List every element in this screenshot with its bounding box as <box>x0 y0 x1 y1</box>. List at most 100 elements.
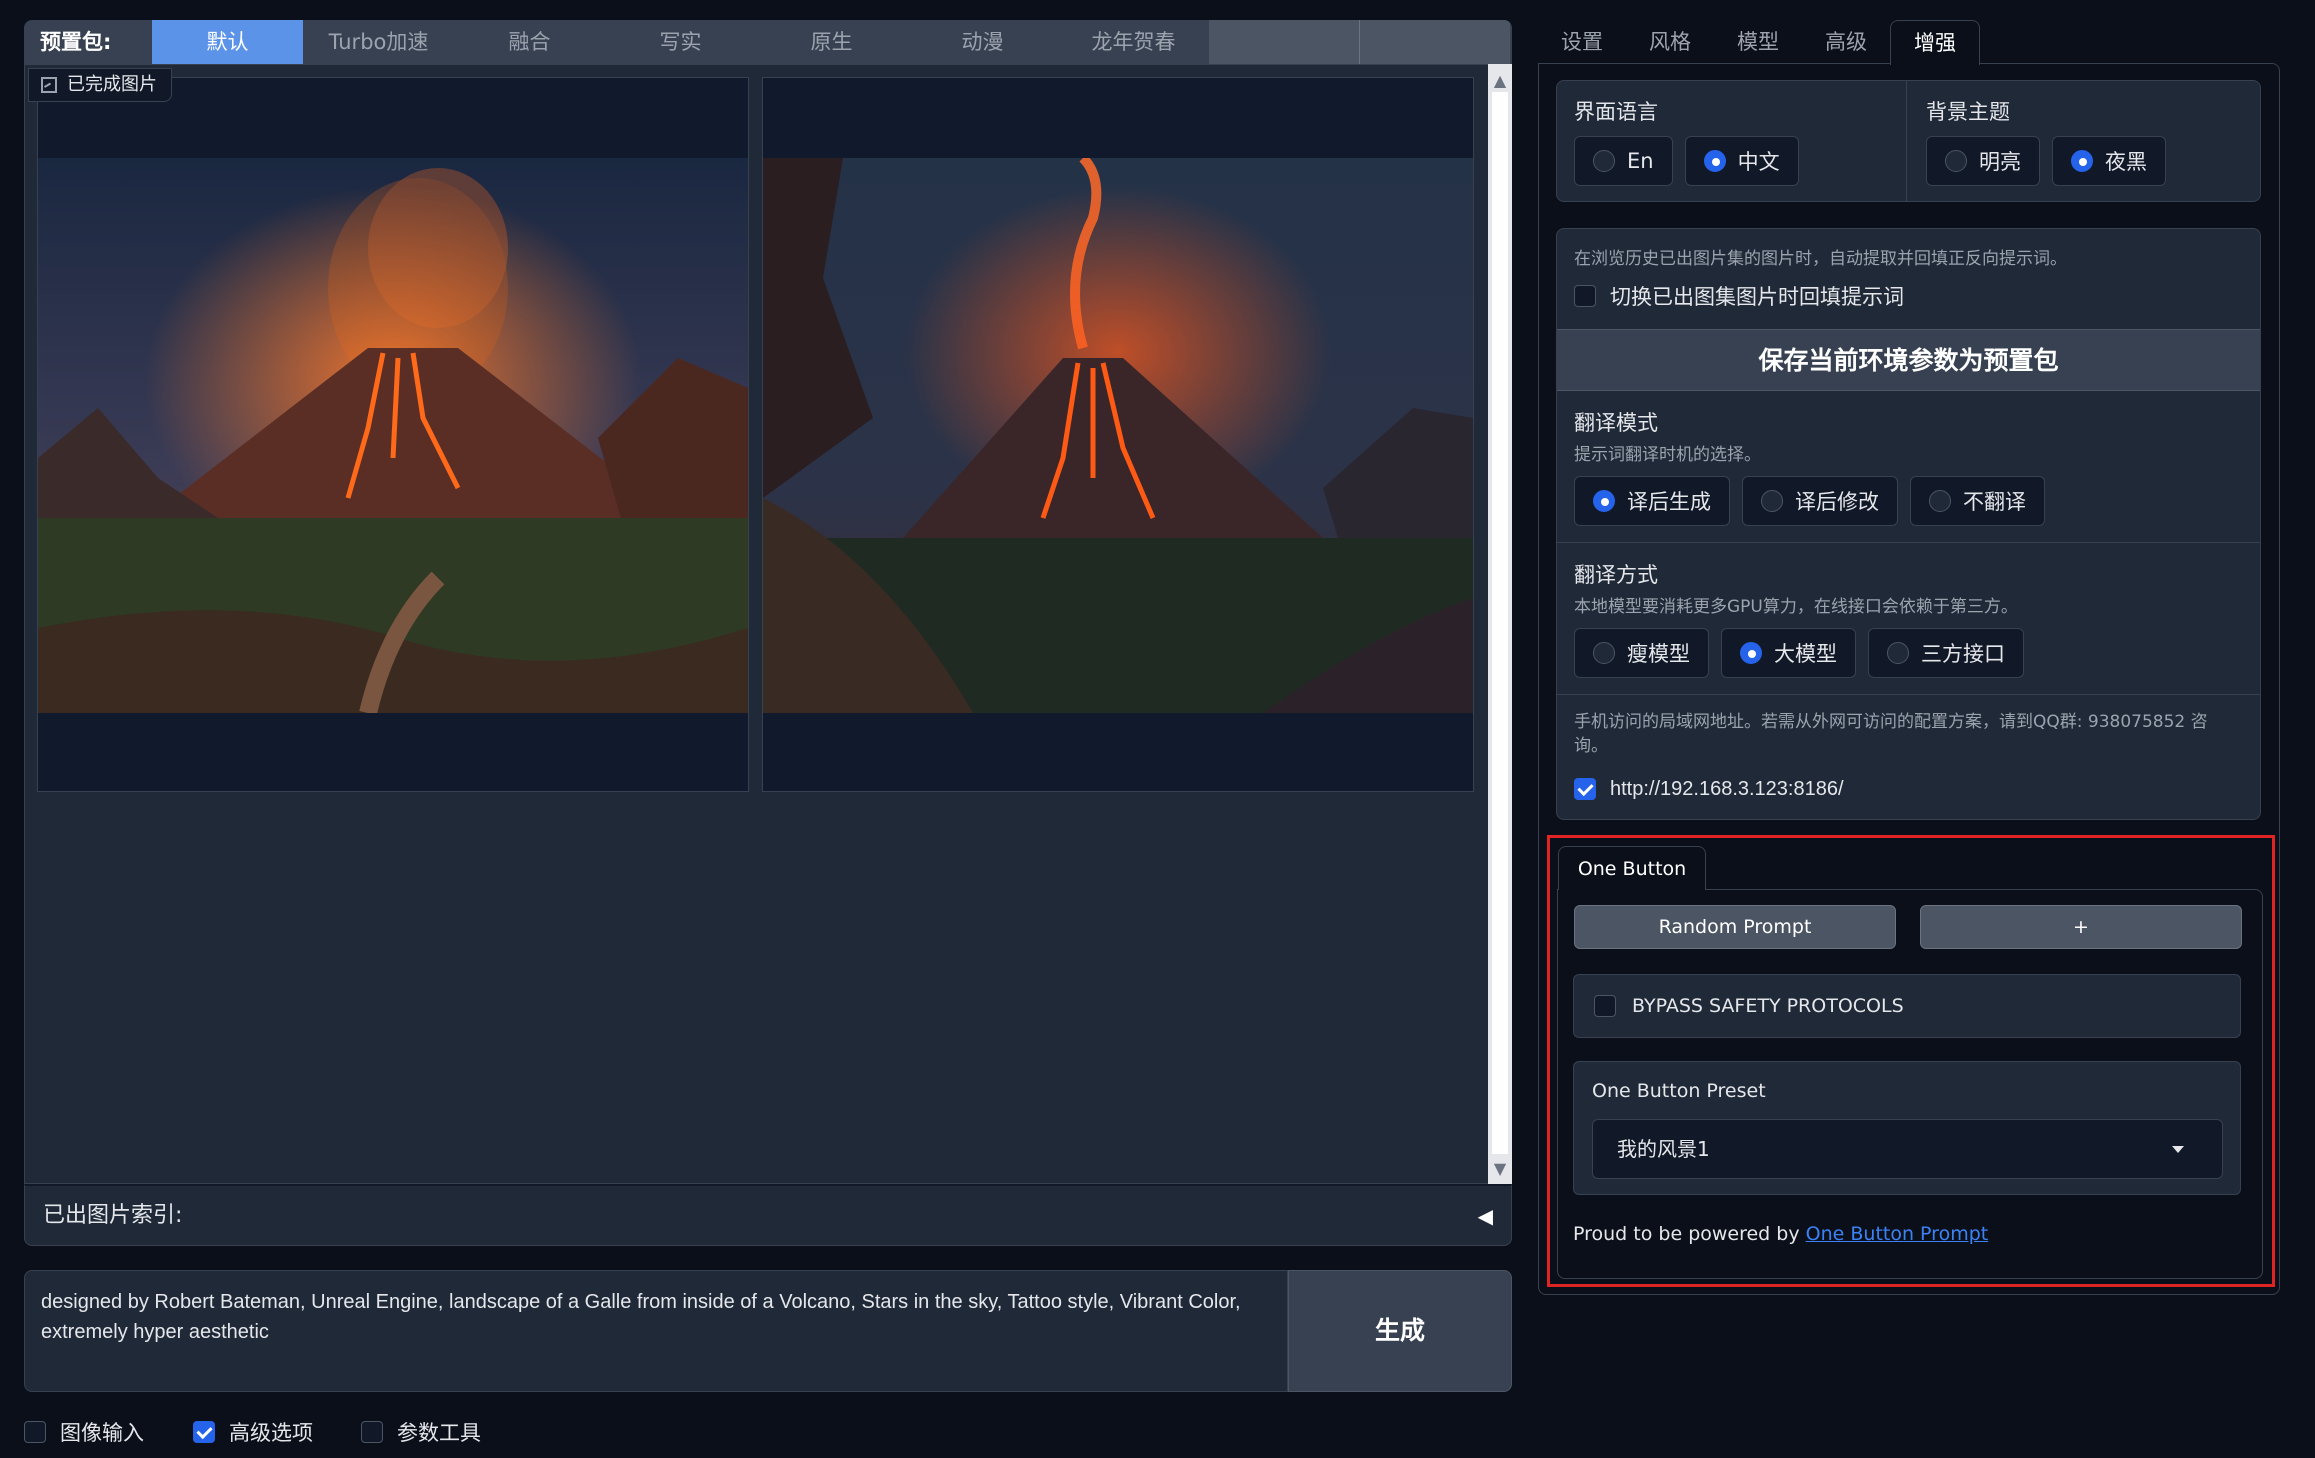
advanced-label: 高级选项 <box>229 1421 313 1445</box>
history-fill-option[interactable]: 切换已出图集图片时回填提示词 <box>1574 282 1904 310</box>
divider <box>1557 542 2260 543</box>
gallery-label: 已完成图片 <box>28 68 172 102</box>
ui-language-options: En 中文 <box>1574 136 1799 186</box>
tab-model[interactable]: 模型 <box>1714 20 1802 64</box>
gallery-scrollbar-thumb[interactable] <box>1492 92 1508 1154</box>
gallery-image-1[interactable] <box>37 77 749 792</box>
preset-tab-fusion[interactable]: 融合 <box>454 20 605 64</box>
translate-mode-options: 译后生成 译后修改 不翻译 <box>1574 476 2045 526</box>
language-option-zh[interactable]: 中文 <box>1684 136 1799 186</box>
lan-access-info: 手机访问的局域网地址。若需从外网可访问的配置方案，请到QQ群: 93807585… <box>1574 712 2208 756</box>
translate-mode-none[interactable]: 不翻译 <box>1910 476 2045 526</box>
translate-mode-title: 翻译模式 <box>1574 411 1658 435</box>
translate-method-third-party[interactable]: 三方接口 <box>1868 628 2024 678</box>
ui-language-title: 界面语言 <box>1574 100 1658 124</box>
param-tools-label: 参数工具 <box>397 1421 481 1445</box>
radio-icon <box>1761 490 1783 512</box>
preset-select-value: 我的风景1 <box>1617 1137 1710 1161</box>
powered-by-text: Proud to be powered by One Button Prompt <box>1573 1223 1988 1245</box>
param-tools-option[interactable]: 参数工具 <box>361 1418 481 1446</box>
add-button[interactable]: + <box>1920 905 2242 949</box>
radio-icon <box>1593 642 1615 664</box>
tab-style[interactable]: 风格 <box>1626 20 1714 64</box>
lan-access-checkbox[interactable] <box>1574 778 1596 800</box>
language-option-en[interactable]: En <box>1574 136 1673 186</box>
gallery-image-2[interactable] <box>762 77 1474 792</box>
lan-access-option[interactable]: http://192.168.3.123:8186/ <box>1574 775 1844 803</box>
radio-icon <box>1945 150 1967 172</box>
powered-by-prefix: Proud to be powered by <box>1573 1223 1800 1245</box>
translate-method-desc: 本地模型要消耗更多GPU算力，在线接口会依赖于第三方。 <box>1574 597 2018 617</box>
preset-tab-turbo[interactable]: Turbo加速 <box>303 20 454 64</box>
preset-tab-empty-2 <box>1360 20 1510 64</box>
save-preset-button[interactable]: 保存当前环境参数为预置包 <box>1557 329 2260 391</box>
theme-option-light[interactable]: 明亮 <box>1926 136 2040 186</box>
preset-tab-bar: 预置包: 默认 Turbo加速 融合 写实 原生 动漫 龙年贺春 <box>24 20 1512 64</box>
theme-light-label: 明亮 <box>1979 150 2021 174</box>
gallery-label-text: 已完成图片 <box>67 74 157 95</box>
radio-selected-icon <box>1593 490 1615 512</box>
settings-tab-bar: 设置 风格 模型 高级 增强 <box>1538 20 1980 65</box>
one-button-preset-select[interactable]: 我的风景1 <box>1592 1119 2223 1179</box>
translate-method-options: 瘦模型 大模型 三方接口 <box>1574 628 2024 678</box>
bypass-safety-option[interactable]: BYPASS SAFETY PROTOCOLS <box>1573 974 2241 1038</box>
translate-mode-desc: 提示词翻译时机的选择。 <box>1574 445 1761 465</box>
language-zh-label: 中文 <box>1737 150 1780 174</box>
generate-button[interactable]: 生成 <box>1288 1270 1512 1392</box>
scroll-down-icon[interactable]: ▼ <box>1491 1160 1509 1178</box>
preset-tab-native[interactable]: 原生 <box>756 20 907 64</box>
translate-mode-after-generate[interactable]: 译后生成 <box>1574 476 1730 526</box>
history-fill-label: 切换已出图集图片时回填提示词 <box>1610 285 1904 309</box>
bypass-safety-label: BYPASS SAFETY PROTOCOLS <box>1632 995 1904 1017</box>
language-en-label: En <box>1627 149 1654 173</box>
translate-method-small-model[interactable]: 瘦模型 <box>1574 628 1709 678</box>
advanced-checkbox[interactable] <box>193 1421 215 1443</box>
translate-mode-after-edit[interactable]: 译后修改 <box>1742 476 1898 526</box>
image-input-checkbox[interactable] <box>24 1421 46 1443</box>
advanced-option[interactable]: 高级选项 <box>193 1418 313 1446</box>
image-icon <box>41 77 57 93</box>
theme-dark-label: 夜黑 <box>2105 150 2147 174</box>
collapse-arrow-icon[interactable]: ◀ <box>1478 1186 1493 1246</box>
radio-selected-icon <box>1740 642 1762 664</box>
lan-access-url: http://192.168.3.123:8186/ <box>1610 777 1844 800</box>
scroll-up-icon[interactable]: ▲ <box>1491 72 1509 90</box>
image-input-label: 图像输入 <box>60 1421 144 1445</box>
translate-method-label-3: 三方接口 <box>1921 642 2005 666</box>
image-index-label: 已出图片索引: <box>43 1203 183 1228</box>
theme-option-dark[interactable]: 夜黑 <box>2052 136 2166 186</box>
one-button-prompt-link[interactable]: One Button Prompt <box>1806 1223 1989 1245</box>
radio-icon <box>1887 642 1909 664</box>
image-index-bar[interactable]: 已出图片索引: ◀ <box>24 1184 1512 1246</box>
image-input-option[interactable]: 图像输入 <box>24 1418 144 1446</box>
bypass-safety-checkbox[interactable] <box>1594 995 1616 1017</box>
preset-tab-default[interactable]: 默认 <box>152 20 303 64</box>
radio-icon <box>1593 150 1615 172</box>
translate-mode-label-1: 译后生成 <box>1627 490 1711 514</box>
random-prompt-button[interactable]: Random Prompt <box>1574 905 1896 949</box>
radio-selected-icon <box>2071 150 2093 172</box>
tab-settings[interactable]: 设置 <box>1538 20 1626 64</box>
translate-method-label-1: 瘦模型 <box>1627 642 1690 666</box>
tab-one-button[interactable]: One Button <box>1558 846 1706 890</box>
radio-icon <box>1929 490 1951 512</box>
bg-theme-title: 背景主题 <box>1926 100 2010 124</box>
translate-mode-label-3: 不翻译 <box>1963 490 2026 514</box>
volcano-image-1 <box>38 158 748 713</box>
prompt-input[interactable]: designed by Robert Bateman, Unreal Engin… <box>24 1270 1288 1392</box>
history-fill-info: 在浏览历史已出图片集的图片时，自动提取并回填正反向提示词。 <box>1574 249 2067 269</box>
translate-method-large-model[interactable]: 大模型 <box>1721 628 1856 678</box>
translate-method-label-2: 大模型 <box>1774 642 1837 666</box>
tab-enhance[interactable]: 增强 <box>1890 20 1980 65</box>
chevron-down-icon <box>2172 1146 2184 1153</box>
translate-method-title: 翻译方式 <box>1574 563 1658 587</box>
history-fill-checkbox[interactable] <box>1574 285 1596 307</box>
volcano-image-2 <box>763 158 1473 713</box>
preset-tab-dragon-year[interactable]: 龙年贺春 <box>1058 20 1209 64</box>
tab-advanced[interactable]: 高级 <box>1802 20 1890 64</box>
divider <box>1906 80 1907 202</box>
param-tools-checkbox[interactable] <box>361 1421 383 1443</box>
one-button-preset-label: One Button Preset <box>1592 1080 1766 1102</box>
preset-tab-anime[interactable]: 动漫 <box>907 20 1058 64</box>
preset-tab-realistic[interactable]: 写实 <box>605 20 756 64</box>
